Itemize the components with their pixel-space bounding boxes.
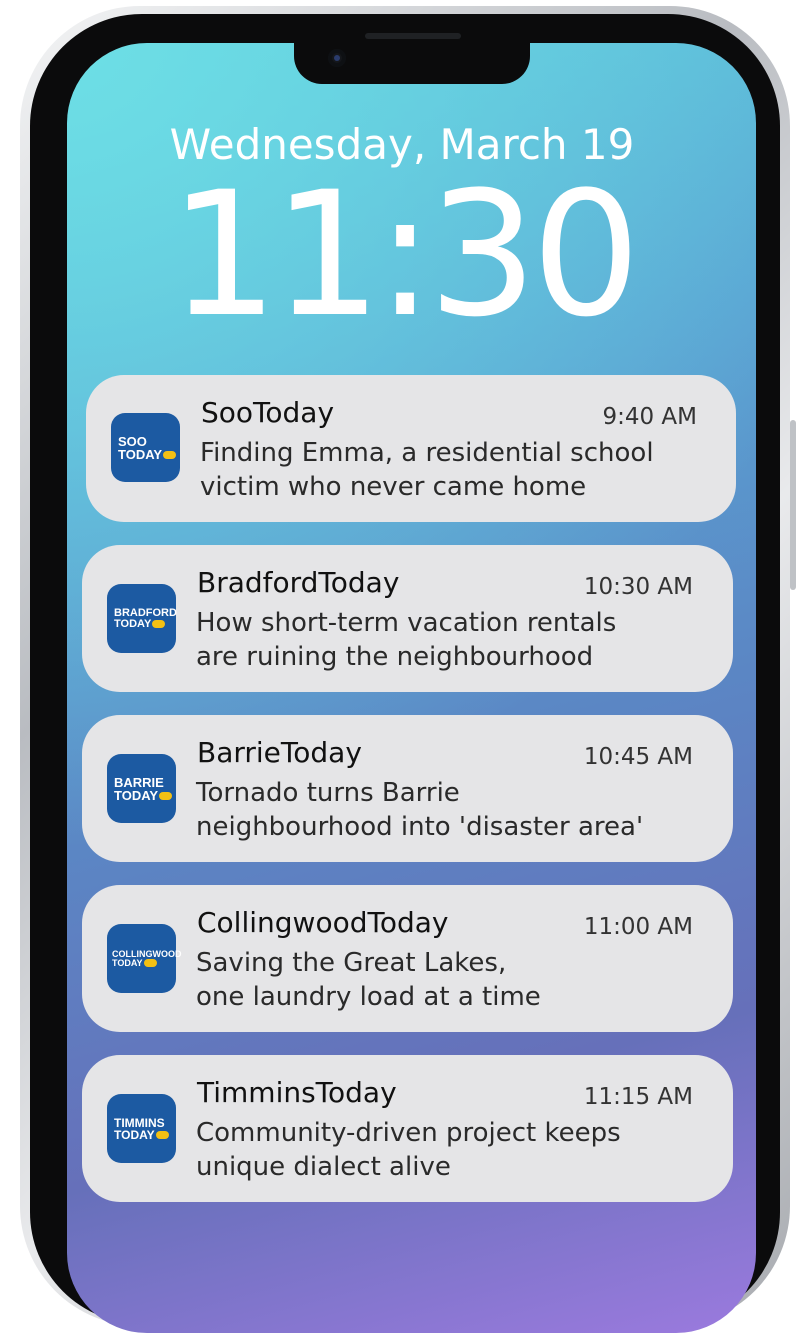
notification-body: How short-term vacation rentals are ruin… [196, 608, 617, 672]
notification-app-name: BradfordToday [197, 566, 400, 599]
notification-time: 11:00 AM [583, 914, 693, 940]
dot-com-badge-icon [159, 792, 173, 801]
icon-text-line2: TODAY [114, 617, 152, 630]
camera-lens [334, 55, 340, 61]
dot-com-badge-icon [143, 959, 157, 968]
dot-com-badge-icon [163, 451, 177, 460]
power-button[interactable] [790, 420, 796, 590]
notification-app-name: BarrieToday [197, 736, 362, 769]
notification-app-name: SooToday [201, 396, 335, 429]
barrietoday-app-icon: BARRIE TODAY [107, 754, 176, 823]
notification-time: 10:30 AM [583, 574, 693, 600]
timminstoday-app-icon: TIMMINS TODAY [107, 1094, 176, 1163]
lockscreen-clock: 11:30 [169, 154, 641, 355]
notification-app-name: CollingwoodToday [197, 906, 449, 939]
icon-text-line2: TODAY [118, 446, 163, 462]
bradfordtoday-app-icon: BRADFORD TODAY [107, 584, 177, 653]
icon-text-line2: TODAY [112, 957, 143, 968]
notification-body: Saving the Great Lakes, one laundry load… [196, 948, 541, 1012]
dot-com-badge-icon [152, 619, 166, 628]
icon-text-line2: TODAY [114, 1127, 155, 1142]
notification-time: 10:45 AM [583, 744, 693, 770]
notification-time: 9:40 AM [602, 404, 697, 430]
earpiece-speaker [365, 33, 461, 39]
collingwoodtoday-app-icon: COLLINGWOOD TODAY [107, 924, 182, 993]
notification-body: Community-driven project keeps unique di… [196, 1118, 621, 1182]
icon-text-line2: TODAY [114, 787, 159, 803]
notification-body: Tornado turns Barrie neighbourhood into … [196, 778, 644, 842]
dot-com-badge-icon [155, 1131, 169, 1140]
notification-time: 11:15 AM [583, 1084, 693, 1110]
notification-app-name: TimminsToday [197, 1076, 397, 1109]
sootoday-app-icon: SOO TODAY [111, 413, 180, 482]
notification-body: Finding Emma, a residential school victi… [200, 438, 654, 502]
